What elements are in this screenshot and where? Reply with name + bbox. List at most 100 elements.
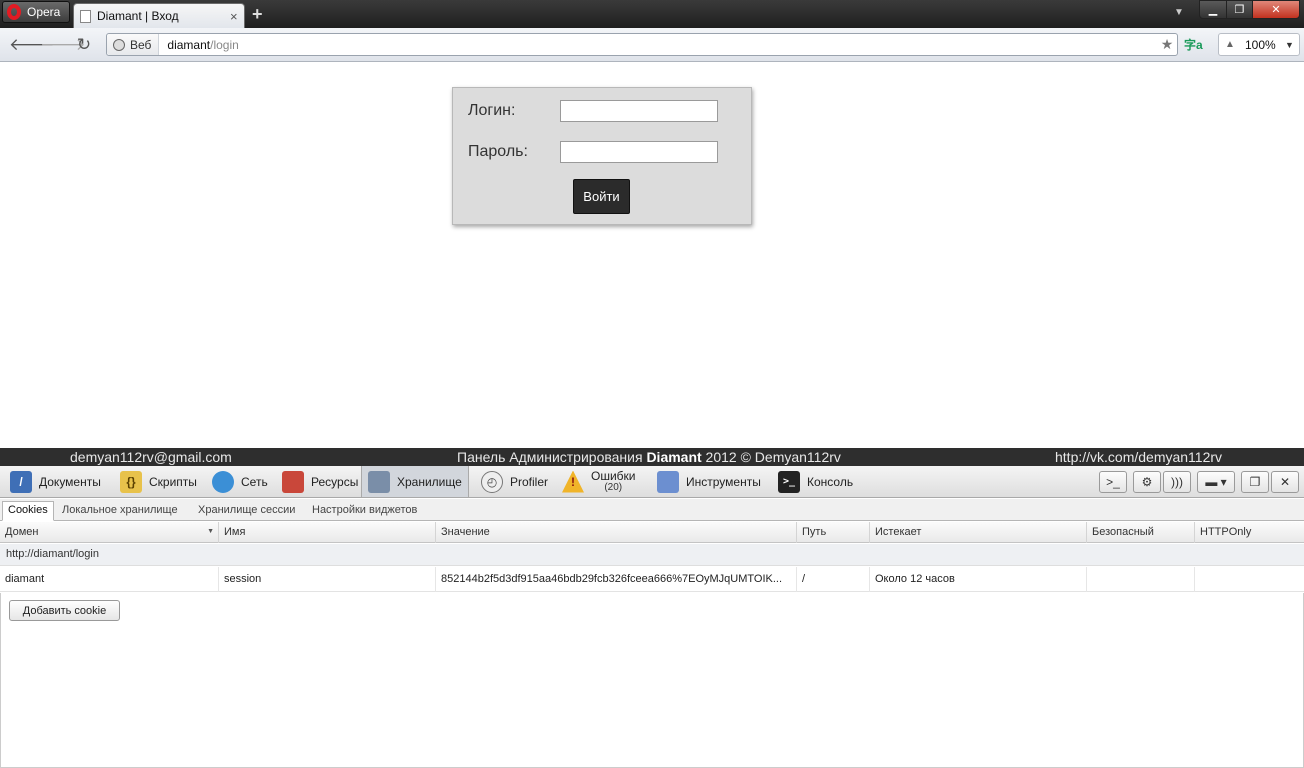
tab-menu-icon[interactable]: ▼ [1174, 7, 1184, 18]
page-footer: demyan112rv@gmail.com Панель Администрир… [0, 448, 1304, 466]
tab-title: Diamant | Вход [97, 9, 179, 23]
column-expires[interactable]: Истекает [870, 522, 1087, 543]
reload-icon[interactable]: ↻ [73, 34, 95, 56]
tab-errors-label: Ошибки [591, 468, 636, 483]
opera-menu-button[interactable]: Opera [2, 1, 70, 23]
tools-icon [657, 470, 679, 493]
tab-tools[interactable]: Инструменты [651, 466, 767, 497]
tab-scripts-label: Скрипты [149, 474, 197, 489]
footer-link[interactable]: http://vk.com/demyan112rv [1055, 449, 1222, 465]
chevron-down-icon[interactable]: ▼ [1285, 40, 1299, 50]
stopwatch-icon: ◴ [481, 470, 503, 493]
tab-profiler[interactable]: ◴ Profiler [475, 466, 554, 497]
new-tab-button[interactable]: + [252, 4, 263, 25]
column-name[interactable]: Имя [219, 522, 436, 543]
dock-menu-button[interactable]: ▬ ▾ [1197, 471, 1235, 493]
footer-prefix: Панель Администрирования [457, 449, 647, 465]
cell-value: 852144b2f5d3df915aa46bdb29fcb326fceea666… [436, 567, 797, 592]
page-icon [80, 9, 91, 23]
footer-suffix: 2012 © Demyan112rv [701, 449, 841, 465]
cell-httponly [1195, 567, 1304, 592]
tab-resources[interactable]: Ресурсы [276, 466, 364, 497]
login-input[interactable] [560, 100, 718, 122]
column-secure[interactable]: Безопасный [1087, 522, 1195, 543]
url-host: diamant [167, 37, 211, 52]
login-form: Логин: Пароль: Войти [452, 87, 752, 225]
cell-domain: diamant [0, 567, 219, 592]
tab-storage-label: Хранилище [397, 474, 462, 489]
footer-brand: Diamant [646, 449, 702, 465]
translate-icon[interactable]: 字a [1184, 36, 1204, 54]
column-path[interactable]: Путь [797, 522, 870, 543]
devtools-toolbar: / Документы {} Скрипты Сеть Ресурсы Хран… [0, 466, 1304, 498]
close-window-button[interactable]: ✕ [1252, 0, 1300, 19]
footer-copyright: Панель Администрирования Diamant 2012 © … [457, 449, 841, 465]
tab-tools-label: Инструменты [686, 474, 761, 489]
tab-resources-label: Ресурсы [311, 474, 359, 489]
command-line-button[interactable]: >_ [1099, 471, 1127, 493]
footer-email: demyan112rv@gmail.com [70, 449, 232, 465]
web-badge[interactable]: Веб [107, 34, 160, 55]
close-devtools-icon[interactable]: ✕ [1271, 471, 1299, 493]
maximize-button[interactable]: ❐ [1226, 0, 1253, 19]
cell-secure [1087, 567, 1195, 592]
tab-network[interactable]: Сеть [206, 466, 274, 497]
bookmark-star-icon[interactable]: ★ [1157, 36, 1177, 53]
login-label: Логин: [468, 102, 516, 119]
browser-tab[interactable]: Diamant | Вход × [73, 3, 245, 28]
column-value[interactable]: Значение [436, 522, 797, 543]
subtab-local-storage[interactable]: Локальное хранилище [57, 502, 183, 521]
subtab-session-storage[interactable]: Хранилище сессии [193, 502, 300, 521]
login-submit-button[interactable]: Войти [573, 179, 630, 214]
cell-expires: Около 12 часов [870, 567, 1087, 592]
tab-documents-label: Документы [39, 474, 101, 489]
tab-network-label: Сеть [241, 474, 268, 489]
password-input[interactable] [560, 141, 718, 163]
zoom-control[interactable]: ▲ 100% ▼ [1218, 33, 1300, 56]
sort-desc-icon: ▼ [207, 528, 214, 535]
column-httponly[interactable]: HTTPOnly [1195, 522, 1304, 543]
storage-icon [368, 470, 390, 493]
undock-window-icon[interactable]: ❐ [1241, 471, 1269, 493]
zoom-up-icon[interactable]: ▲ [1219, 39, 1241, 50]
tab-close-icon[interactable]: × [230, 9, 244, 24]
scripts-icon: {} [120, 470, 142, 493]
back-arrow-icon[interactable]: 🡐 [9, 34, 55, 56]
add-cookie-button[interactable]: Добавить cookie [9, 600, 120, 621]
zoom-value: 100% [1245, 37, 1276, 52]
forward-arrow-icon[interactable]: 🡒 [40, 34, 86, 56]
speech-icon[interactable]: ))) [1163, 471, 1191, 493]
warning-icon: ! [562, 470, 584, 493]
tab-errors[interactable]: ! Ошибки (20) [556, 466, 642, 497]
table-row[interactable]: diamant session 852144b2f5d3df915aa46bdb… [0, 567, 1304, 592]
subtab-cookies[interactable]: Cookies [2, 501, 54, 521]
minimize-button[interactable]: ▁ [1199, 0, 1227, 19]
gear-icon[interactable]: ⚙ [1133, 471, 1161, 493]
cookies-table-header: Домен ▼ Имя Значение Путь Истекает Безоп… [0, 522, 1304, 543]
cookie-group-row: http://diamant/login [0, 544, 1304, 566]
errors-count: (20) [604, 481, 623, 493]
console-icon: >_ [778, 470, 800, 493]
address-url[interactable]: diamant/login [159, 38, 1157, 52]
errors-label-group: Ошибки (20) [591, 470, 636, 494]
tab-storage[interactable]: Хранилище [361, 466, 469, 497]
network-globe-icon [212, 470, 234, 493]
globe-icon [113, 38, 125, 51]
tab-console[interactable]: >_ Консоль [772, 466, 859, 497]
tab-profiler-label: Profiler [510, 474, 549, 489]
resources-icon [282, 470, 304, 493]
cell-path: / [797, 567, 870, 592]
column-domain[interactable]: Домен ▼ [0, 522, 219, 543]
password-label: Пароль: [468, 143, 528, 160]
web-badge-label: Веб [130, 37, 152, 52]
devtools-panel-body [0, 593, 1304, 768]
cell-name: session [219, 567, 436, 592]
documents-icon: / [10, 470, 32, 493]
subtab-widget-settings[interactable]: Настройки виджетов [307, 502, 422, 521]
url-path: /login [210, 37, 239, 52]
address-bar[interactable]: Веб diamant/login ★ [106, 33, 1178, 56]
opera-menu-label: Opera [27, 5, 61, 19]
tab-documents[interactable]: / Документы [4, 466, 107, 497]
opera-logo-icon [7, 4, 21, 20]
tab-scripts[interactable]: {} Скрипты [114, 466, 203, 497]
